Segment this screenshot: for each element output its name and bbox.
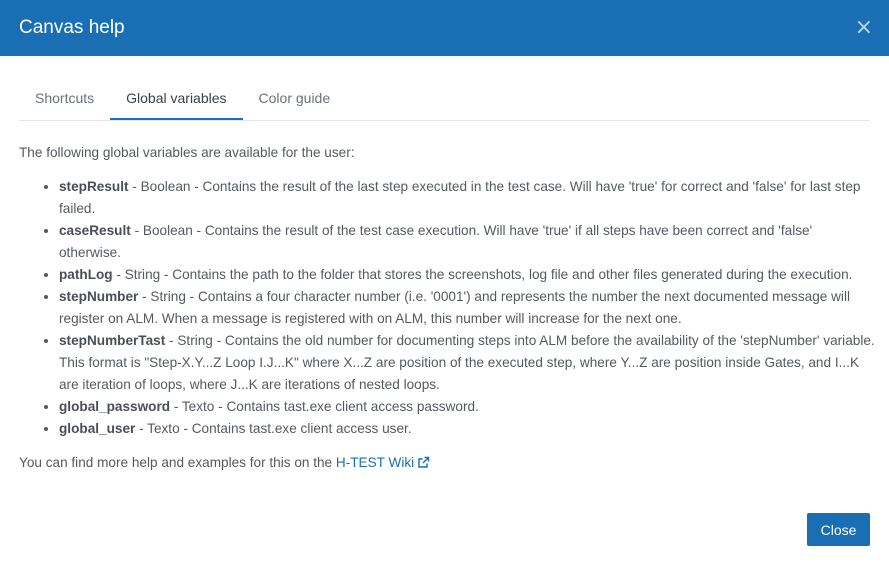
variable-description: - String - Contains the old number for d… — [59, 333, 875, 392]
list-item: stepNumberTast - String - Contains the o… — [59, 330, 875, 396]
dialog-title: Canvas help — [19, 17, 125, 38]
variable-name: pathLog — [59, 267, 113, 282]
variable-name: global_password — [59, 399, 171, 414]
close-button[interactable]: Close — [807, 513, 870, 546]
variable-list: stepResult - Boolean - Contains the resu… — [19, 176, 875, 440]
variable-description: - String - Contains the path to the fold… — [112, 267, 853, 282]
variable-name: stepNumberTast — [59, 333, 166, 348]
list-item: global_password - Texto - Contains tast.… — [59, 396, 875, 418]
list-item: global_user - Texto - Contains tast.exe … — [59, 418, 875, 440]
close-icon[interactable]: × — [855, 17, 873, 39]
variable-description: - Texto - Contains tast.exe client acces… — [170, 399, 479, 414]
variable-name: global_user — [59, 421, 136, 436]
variable-name: caseResult — [59, 223, 131, 238]
variable-description: - Boolean - Contains the result of the t… — [59, 223, 813, 260]
list-item: pathLog - String - Contains the path to … — [59, 264, 875, 286]
tab-global-variables[interactable]: Global variables — [110, 78, 243, 120]
variable-description: - Texto - Contains tast.exe client acces… — [135, 421, 412, 436]
variable-name: stepResult — [59, 179, 129, 194]
list-item: stepNumber - String - Contains a four ch… — [59, 286, 875, 330]
wiki-link[interactable]: H-TEST Wiki — [336, 455, 430, 470]
variable-description: - Boolean - Contains the result of the l… — [59, 179, 861, 216]
list-item: caseResult - Boolean - Contains the resu… — [59, 220, 875, 264]
variable-name: stepNumber — [59, 289, 139, 304]
list-item: stepResult - Boolean - Contains the resu… — [59, 176, 875, 220]
dialog-header: Canvas help × — [0, 0, 889, 56]
tab-bar: Shortcuts Global variables Color guide — [19, 78, 870, 121]
variable-description: - String - Contains a four character num… — [59, 289, 850, 326]
tab-shortcuts[interactable]: Shortcuts — [19, 78, 110, 120]
canvas-help-dialog: Canvas help × Shortcuts Global variables… — [0, 0, 889, 566]
tab-color-guide[interactable]: Color guide — [243, 78, 347, 120]
wiki-link-label: H-TEST Wiki — [335, 455, 415, 470]
external-link-icon — [418, 456, 430, 468]
footer-prefix: You can find more help and examples for … — [19, 455, 336, 470]
intro-text: The following global variables are avail… — [19, 145, 355, 160]
tab-content: The following global variables are avail… — [19, 142, 875, 474]
help-footer-text: You can find more help and examples for … — [19, 452, 875, 474]
